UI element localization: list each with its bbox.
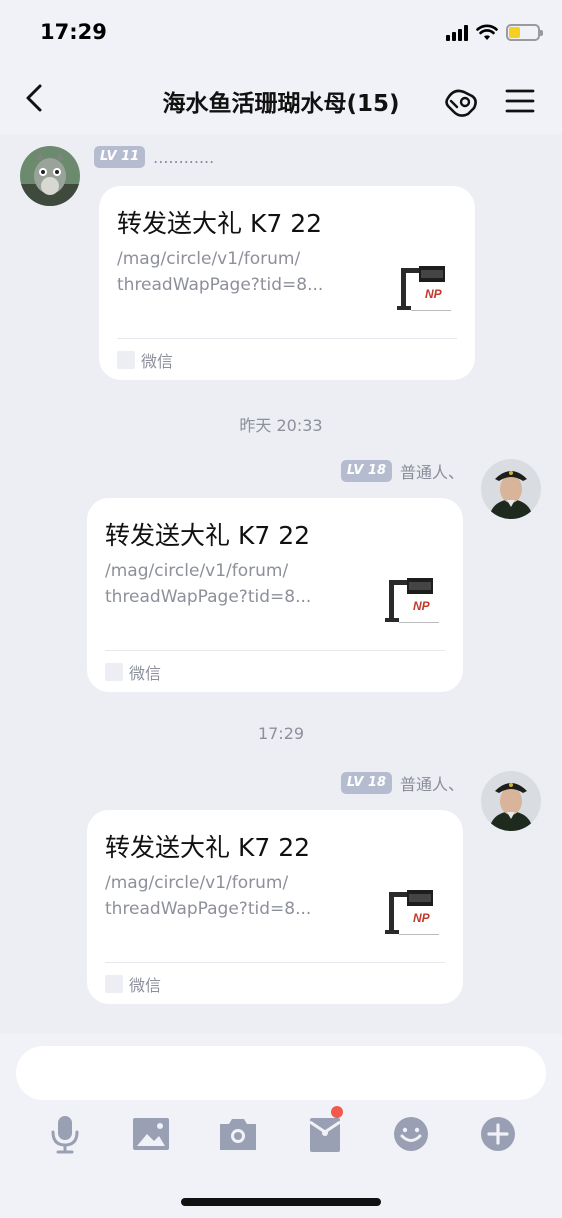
card-description-line: /mag/circle/v1/forum/ (105, 561, 289, 581)
wechat-icon (117, 351, 135, 369)
card-source: 微信 (117, 348, 173, 372)
svg-text:NP: NP (425, 287, 443, 301)
card-source: 微信 (105, 972, 161, 996)
share-card[interactable]: 转发送大礼 K7 22 /mag/circle/v1/forum/ thread… (87, 498, 463, 692)
nav-bar: 海水鱼活珊瑚水母(15) (0, 64, 562, 134)
card-description: /mag/circle/v1/forum/ threadWapPage?tid=… (105, 558, 335, 610)
camera-icon[interactable] (216, 1112, 260, 1156)
share-card[interactable]: 转发送大礼 K7 22 /mag/circle/v1/forum/ thread… (99, 186, 475, 380)
chat-area[interactable]: LV 11 ............ 转发送大礼 K7 22 /mag/circ… (0, 134, 562, 1034)
plus-icon[interactable] (476, 1112, 520, 1156)
wechat-icon (105, 663, 123, 681)
home-indicator (181, 1198, 381, 1206)
avatar[interactable] (481, 771, 541, 831)
card-source-label: 微信 (129, 664, 162, 683)
lamp-thumbnail: NP (385, 890, 439, 935)
wechat-icon (105, 975, 123, 993)
card-title: 转发送大礼 K7 22 (105, 833, 311, 862)
emoji-icon[interactable] (389, 1112, 433, 1156)
message-input[interactable] (16, 1046, 546, 1100)
red-envelope-icon (309, 1118, 341, 1152)
card-title: 转发送大礼 K7 22 (117, 209, 323, 238)
signal-icon (446, 24, 468, 41)
lamp-thumbnail: NP (397, 266, 451, 311)
sender-name[interactable]: 普通人、 (400, 459, 464, 483)
sender-meta: LV 11 ............ (94, 146, 214, 168)
level-badge: LV 11 (94, 146, 146, 168)
clear-chat-icon[interactable] (442, 82, 480, 120)
card-divider (105, 962, 445, 963)
card-source-label: 微信 (129, 976, 162, 995)
sender-meta: LV 18 普通人、 (340, 459, 464, 483)
svg-text:NP: NP (413, 599, 431, 613)
status-time: 17:29 (40, 20, 107, 44)
sender-name[interactable]: 普通人、 (400, 771, 464, 795)
avatar[interactable] (481, 459, 541, 519)
image-icon[interactable] (129, 1112, 173, 1156)
input-area (0, 1034, 562, 1218)
level-badge: LV 18 (340, 772, 392, 794)
card-description: /mag/circle/v1/forum/ threadWapPage?tid=… (105, 870, 335, 922)
svg-text:NP: NP (413, 911, 431, 925)
status-icons (446, 24, 543, 41)
level-badge: LV 18 (340, 460, 392, 482)
sender-name[interactable]: ............ (153, 148, 214, 167)
timestamp: 昨天 20:33 (239, 416, 323, 435)
battery-icon (506, 24, 543, 41)
red-envelope-button[interactable] (303, 1106, 347, 1156)
card-source: 微信 (105, 660, 161, 684)
card-description-line: threadWapPage?tid=8... (105, 587, 312, 607)
menu-icon[interactable] (502, 82, 540, 120)
card-description-line: /mag/circle/v1/forum/ (105, 873, 289, 893)
timestamp: 17:29 (257, 724, 305, 743)
avatar[interactable] (20, 146, 80, 206)
input-toolbar (0, 1106, 562, 1156)
microphone-icon[interactable] (43, 1112, 87, 1156)
notification-dot (331, 1106, 343, 1118)
card-source-label: 微信 (141, 352, 174, 371)
status-bar: 17:29 (0, 0, 562, 64)
sender-meta: LV 18 普通人、 (340, 771, 464, 795)
lamp-thumbnail: NP (385, 578, 439, 623)
wifi-icon (476, 24, 498, 40)
card-divider (117, 338, 457, 339)
card-description-line: threadWapPage?tid=8... (105, 899, 312, 919)
share-card[interactable]: 转发送大礼 K7 22 /mag/circle/v1/forum/ thread… (87, 810, 463, 1004)
card-description: /mag/circle/v1/forum/ threadWapPage?tid=… (117, 246, 347, 298)
card-divider (105, 650, 445, 651)
card-description-line: /mag/circle/v1/forum/ (117, 249, 301, 269)
card-title: 转发送大礼 K7 22 (105, 521, 311, 550)
card-description-line: threadWapPage?tid=8... (117, 275, 324, 295)
